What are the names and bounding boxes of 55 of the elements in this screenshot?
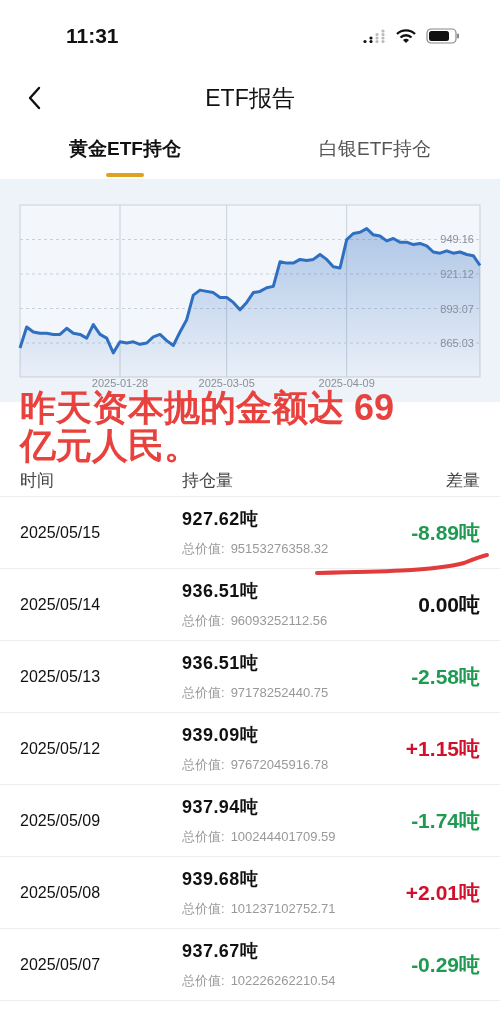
y-axis-label: 921.12 [440,268,474,280]
total-value-label: 总价值: [182,540,225,559]
total-value: 95153276358.32 [230,540,329,559]
change-amount: 0.00吨 [418,591,480,618]
holding-amount: 937.67吨 [182,940,260,964]
total-value-label: 总价值: [182,828,225,847]
total-value-label: 总价值: [182,684,225,703]
column-header: 差量 [446,470,480,493]
x-axis-label: 2025-03-05 [198,377,255,389]
status-time: 11:31 [66,23,119,50]
total-value-label: 总价值: [182,972,225,991]
wifi-icon [396,28,416,44]
chevron-left-icon [27,86,41,110]
total-value: 97178252440.75 [230,684,329,703]
tab[interactable]: 黄金ETF持仓 [0,124,250,179]
change-amount: -8.89吨 [411,519,480,546]
column-header: 持仓量 [182,470,234,493]
signal-icon [362,28,386,44]
y-axis-label: 865.03 [440,337,474,349]
date-text: 2025/05/09 [20,810,102,831]
change-amount: +2.01吨 [405,879,480,906]
date-text: 2025/05/14 [20,594,102,615]
date-text: 2025/05/07 [20,954,102,975]
page-title: ETF报告 [205,83,295,113]
holding-amount: 927.62吨 [182,508,260,532]
holding-amount: 939.68吨 [182,868,260,892]
holding-amount: 937.94吨 [182,796,260,820]
total-value: 96093252112.56 [230,612,328,631]
active-tab-indicator [106,173,144,177]
y-axis-label: 949.16 [440,233,474,246]
tab[interactable]: 白银ETF持仓 [250,124,500,179]
date-text: 2025/05/08 [20,882,102,903]
total-value: 100244401709.59 [230,828,336,847]
y-axis-label: 893.07 [440,302,474,315]
holding-amount: 936.51吨 [182,652,260,676]
date-text: 2025/05/15 [20,522,102,543]
total-value-label: 总价值: [182,900,225,919]
annotation-text: 昨天资本抛的金额达 69 亿元人民。 [20,389,396,465]
change-amount: -1.74吨 [411,807,480,834]
total-value: 102226262210.54 [230,972,336,991]
battery-icon [426,28,460,44]
change-amount: +1.15吨 [405,735,480,762]
holding-amount: 936.51吨 [182,580,260,604]
total-value-label: 总价值: [182,756,225,775]
total-value-label: 总价值: [182,612,225,631]
column-header: 时间 [20,470,55,493]
change-amount: -2.58吨 [411,663,480,690]
x-axis-label: 2025-01-28 [91,377,149,389]
total-value: 101237102752.71 [230,900,336,919]
holding-amount: 939.09吨 [182,724,260,748]
date-text: 2025/05/12 [20,738,102,759]
total-value: 97672045916.78 [230,756,329,775]
x-axis-label: 2025-04-09 [318,377,375,389]
change-amount: -0.29吨 [411,951,480,978]
date-text: 2025/05/13 [20,666,102,687]
